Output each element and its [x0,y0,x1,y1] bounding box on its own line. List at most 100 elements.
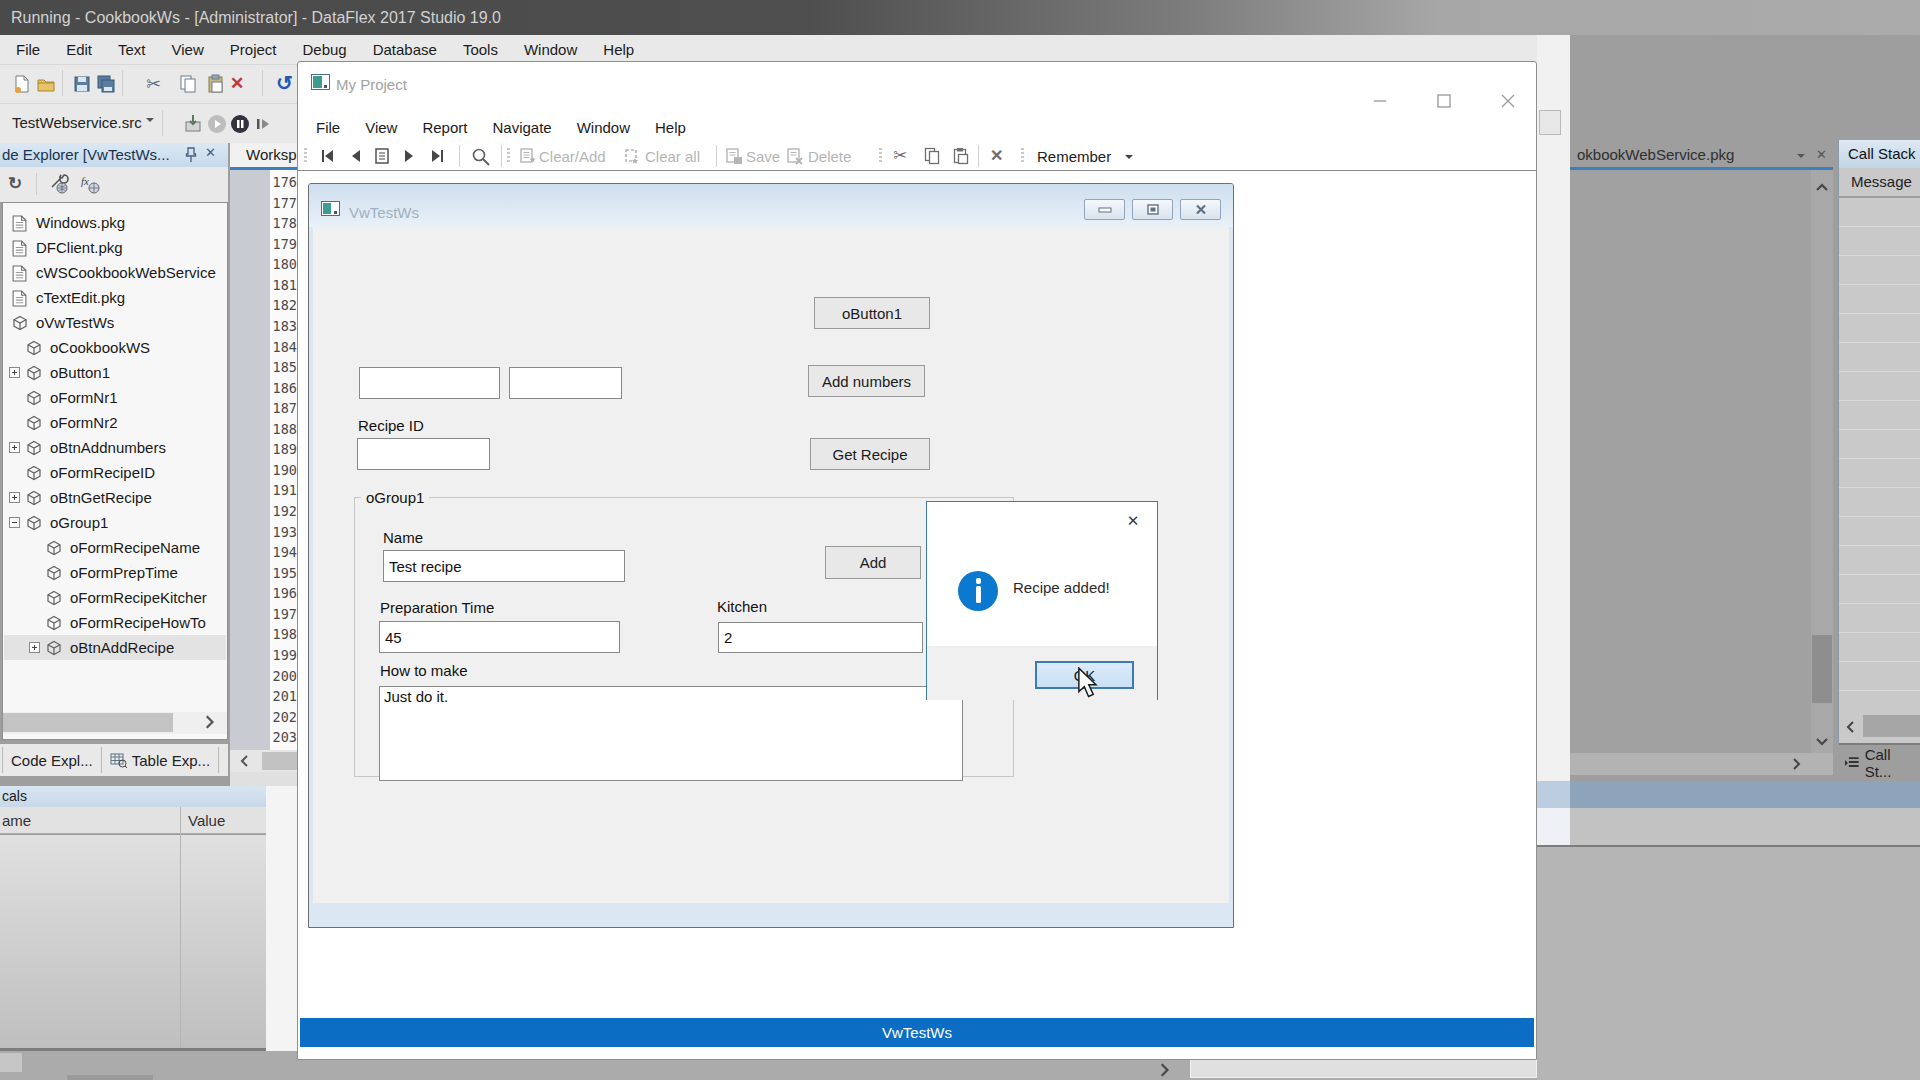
scroll-right-icon[interactable] [1791,757,1801,771]
menu-item[interactable]: File [316,119,340,136]
tree-item[interactable]: oFormNr2 [4,410,226,435]
get-recipe-button[interactable]: Get Recipe [810,438,930,470]
editor-tab-webservice[interactable]: okbookWebService.pkg [1577,146,1734,163]
new-file-icon[interactable] [12,74,32,94]
next-record-icon[interactable] [400,147,418,165]
menu-item[interactable]: File [16,41,40,58]
file-combo[interactable]: TestWebservice.src [12,114,142,131]
fx-globe-icon[interactable]: fx [80,173,102,195]
scroll-left-icon[interactable] [1846,720,1856,734]
scroll-right-icon[interactable] [1158,1062,1170,1078]
tree-item[interactable]: oFormRecipeName [4,535,226,560]
open-file-icon[interactable] [36,74,56,94]
copy-icon[interactable] [178,74,198,94]
scroll-thumb[interactable] [0,1053,22,1072]
search-icon[interactable] [471,147,491,167]
call-stack-column[interactable]: Message [1839,168,1920,197]
tab-dropdown-icon[interactable] [1797,154,1805,162]
menu-item[interactable]: View [172,41,204,58]
cut-icon[interactable]: ✂ [893,145,907,166]
menu-item[interactable]: Text [118,41,146,58]
tree-item[interactable]: DFClient.pkg [4,235,226,260]
refresh-icon[interactable]: ↻ [8,173,22,194]
editor-scrollbar[interactable] [230,750,306,772]
recipe-id-field[interactable] [357,438,490,470]
tree-item[interactable]: cTextEdit.pkg [4,285,226,310]
editor-hscrollbar[interactable] [1570,753,1833,775]
vwtestws-titlebar[interactable]: VwTestWs [309,184,1233,227]
tree-item[interactable]: oVwTestWs [4,310,226,335]
tree-item[interactable]: oGroup1 [4,510,226,535]
tree-item[interactable]: oBtnAddRecipe [4,635,226,660]
save-icon[interactable] [72,74,92,94]
wrench-globe-icon[interactable] [48,173,70,195]
previous-record-icon[interactable] [347,147,365,165]
expander-icon[interactable] [9,517,20,528]
close-button[interactable] [1180,199,1221,220]
paste-icon[interactable] [206,74,226,94]
expander-icon[interactable] [9,367,20,378]
preparation-time-field[interactable] [379,621,620,653]
expander-icon[interactable] [29,642,40,653]
splitter-bar[interactable] [1570,781,1920,808]
tree-item[interactable]: oFormRecipeID [4,460,226,485]
tree-item[interactable]: oFormNr1 [4,385,226,410]
find-record-icon[interactable] [373,147,391,165]
number2-field[interactable] [509,367,622,399]
tree-item[interactable]: oBtnAddnumbers [4,435,226,460]
save-all-icon[interactable] [96,74,116,94]
number1-field[interactable] [359,367,500,399]
menu-item[interactable]: Tools [463,41,498,58]
combo-dropdown-icon[interactable] [146,118,154,126]
tree-item[interactable]: oFormPrepTime [4,560,226,585]
menu-item[interactable]: Window [524,41,577,58]
menu-item[interactable]: View [365,119,397,136]
delete-icon[interactable]: ✕ [990,146,1003,165]
menu-item[interactable]: Debug [302,41,346,58]
delete-button[interactable]: Delete [808,148,851,165]
tree-item[interactable]: cWSCookbookWebService [4,260,226,285]
tab-code-explorer[interactable]: Code Expl... [2,747,102,773]
scroll-left-icon[interactable] [240,754,250,768]
tab-table-explorer[interactable]: Table Exp... [102,747,219,773]
column-divider[interactable] [180,807,181,1048]
tab-call-stack[interactable]: Call St... [1844,750,1920,776]
tab-scroll-button[interactable] [1539,110,1561,135]
step-icon[interactable] [253,114,273,134]
column-value[interactable]: Value [188,812,225,829]
obutton1[interactable]: oButton1 [814,297,930,329]
cut-icon[interactable]: ✂ [146,74,166,94]
scroll-thumb[interactable] [1863,715,1920,737]
minimize-button[interactable] [1084,199,1125,220]
remember-dropdown-icon[interactable] [1125,155,1133,163]
first-record-icon[interactable] [319,147,337,165]
scroll-down-icon[interactable] [1815,737,1829,747]
tree-item[interactable]: oFormRecipeKitcher [4,585,226,610]
menu-item[interactable]: Navigate [492,119,551,136]
menu-item[interactable]: Edit [66,41,92,58]
menu-item[interactable]: Database [373,41,437,58]
kitchen-field[interactable] [718,622,923,653]
save-button[interactable]: Save [746,148,780,165]
tree-item[interactable]: oCookbookWS [4,335,226,360]
tree-item[interactable]: oFormRecipeHowTo [4,610,226,635]
tree-item[interactable]: Windows.pkg [4,210,226,235]
tree-item[interactable]: oButton1 [4,360,226,385]
pause-icon[interactable] [230,114,250,134]
clear-all-button[interactable]: Clear all [645,148,700,165]
minimize-button[interactable] [1369,90,1391,112]
code-explorer-header[interactable]: de Explorer [VwTestWs... ✕ [0,143,228,167]
editor-tab-workspace[interactable]: Worksp [230,143,306,167]
add-button[interactable]: Add [825,546,921,579]
call-stack-scrollbar[interactable] [1839,712,1920,743]
how-to-make-field[interactable]: Just do it. [379,686,963,781]
close-panel-icon[interactable]: ✕ [205,145,216,160]
run-icon[interactable] [207,114,227,134]
tree-item[interactable]: oBtnGetRecipe [4,485,226,510]
clear-add-button[interactable]: Clear/Add [539,148,606,165]
column-name[interactable]: ame [2,812,31,829]
tree-scrollbar[interactable] [3,712,227,734]
dialog-close-icon[interactable]: ✕ [1122,510,1144,532]
restore-button[interactable] [1132,199,1173,220]
close-button[interactable] [1497,90,1519,112]
